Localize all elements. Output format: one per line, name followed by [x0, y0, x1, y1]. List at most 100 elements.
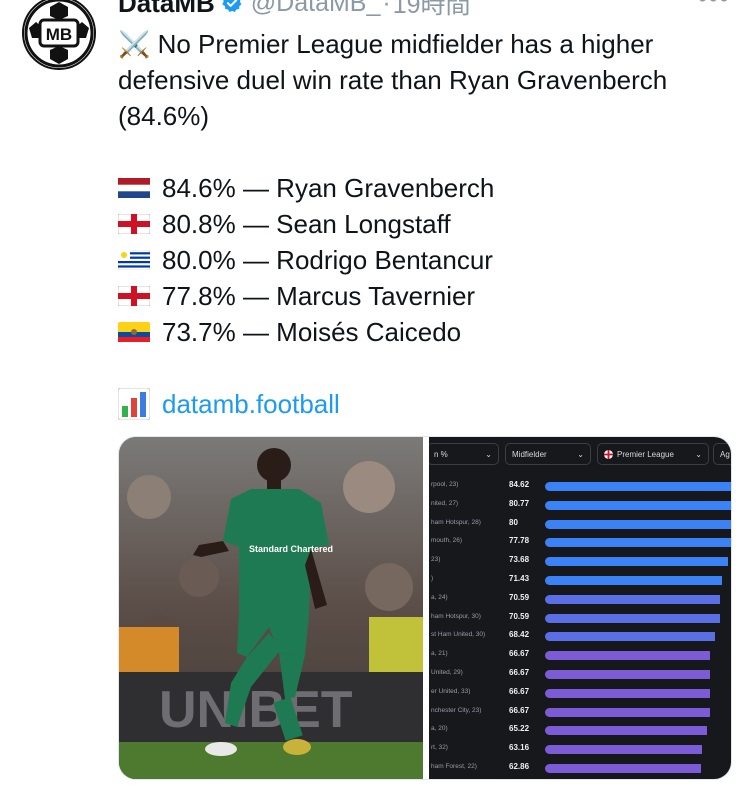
player-name-cell: ham Hotspur, 30) [431, 612, 481, 620]
avatar-text: MB [46, 25, 72, 44]
england-flag-icon [118, 286, 150, 306]
value-cell: 73.68 [509, 555, 530, 565]
chevron-down-icon: ⌄ [485, 449, 492, 459]
filter-label: Premier League [617, 449, 674, 459]
value-bar [545, 688, 710, 698]
value-bar [545, 764, 701, 773]
filter-label: Ag [720, 449, 730, 459]
value-bar [545, 557, 728, 567]
player-name-cell: United, 29) [431, 669, 463, 676]
filter-stat: n % ⌄ [429, 443, 499, 465]
value-cell: 71.43 [509, 574, 530, 583]
player-name-cell: ) [431, 575, 434, 582]
value-cell: 77.78 [509, 536, 530, 546]
list-item: 73.7% — Moisés Caicedo [118, 314, 738, 350]
separator: · [382, 0, 391, 17]
list-item-text: 77.8% — Marcus Tavernier [162, 281, 476, 311]
list-item-text: 73.7% — Moisés Caicedo [162, 317, 462, 347]
table-row: ) 71.43 [429, 571, 731, 590]
value-cell: 84.62 [509, 480, 530, 489]
player-name-cell: ham Forest, 22) [431, 763, 477, 770]
player-name-cell: nchester City, 23) [431, 706, 482, 714]
england-flag-icon [118, 214, 150, 234]
filter-age: Ag [713, 443, 731, 465]
value-cell: 80 [509, 517, 518, 527]
value-bar [545, 670, 710, 679]
verified-badge-icon [221, 0, 242, 12]
value-bar [545, 745, 702, 755]
table-row: rt, 32) 63.16 [429, 740, 731, 759]
ecuador-flag-icon [118, 322, 150, 342]
shirt-sponsor-text: Standard Chartered [249, 544, 333, 554]
chevron-down-icon: ⌄ [577, 449, 584, 459]
player-name-cell: st Ham United, 30) [431, 631, 486, 639]
value-cell: 62.86 [509, 762, 530, 771]
player-name-cell: rpool, 23) [431, 481, 459, 488]
value-bar [545, 594, 720, 604]
player-name-cell: a, 21) [431, 650, 448, 658]
player-name-cell: a, 20) [431, 725, 448, 733]
value-bar [545, 632, 715, 642]
tweet-text: ⚔️ No Premier League midfielder has a hi… [118, 26, 738, 422]
netherlands-flag-icon [118, 178, 150, 198]
table-row: nchester City, 23) 66.67 [429, 703, 731, 722]
filter-label: n % [434, 449, 448, 459]
table-row: a, 20) 65.22 [429, 721, 731, 740]
table-row: nited, 27) 80.77 [429, 496, 731, 515]
uruguay-flag-icon [118, 250, 150, 270]
list-item-text: 80.8% — Sean Longstaff [162, 209, 451, 239]
table-row: ham Hotspur, 28) 80 [429, 515, 731, 534]
england-flag-icon [604, 449, 613, 459]
table-row: st Ham United, 30) 68.42 [429, 627, 731, 646]
table-row: rpool, 23) 84.62 [429, 477, 731, 496]
list-item: 77.8% — Marcus Tavernier [118, 278, 738, 314]
table-row: ham Forest, 22) 62.86 [429, 759, 731, 778]
list-item-text: 84.6% — Ryan Gravenberch [162, 173, 495, 203]
website-link[interactable]: datamb.football [162, 386, 340, 422]
value-cell: 80.77 [509, 498, 530, 508]
value-bar [545, 538, 731, 548]
value-bar [545, 613, 720, 623]
value-cell: 68.42 [509, 630, 530, 640]
value-cell: 66.67 [509, 686, 530, 696]
list-item: 84.6% — Ryan Gravenberch [118, 170, 738, 206]
player-name-cell: 23) [431, 556, 441, 564]
value-bar [545, 519, 731, 529]
value-cell: 63.16 [509, 743, 530, 753]
more-options-icon[interactable]: ••• [698, 0, 730, 14]
table-row: ham Hotspur, 30) 70.59 [429, 609, 731, 628]
player-name-cell: a, 24) [431, 593, 448, 601]
avatar[interactable]: MB [22, 0, 96, 70]
table-row: mouth, 26) 77.78 [429, 533, 731, 552]
player-name-cell: nited, 27) [431, 499, 459, 507]
value-bar [545, 482, 731, 491]
value-cell: 65.22 [509, 724, 530, 734]
chevron-down-icon: ⌄ [695, 449, 702, 459]
player-name-cell: er United, 33) [431, 687, 471, 695]
value-cell: 66.67 [509, 649, 530, 659]
value-bar [545, 651, 710, 661]
list-item-text: 80.0% — Rodrigo Bentancur [162, 245, 493, 275]
link-line: datamb.football [118, 386, 738, 422]
media-attachment[interactable]: UNIBET Standard Chartered n % ⌄ Midfield… [118, 436, 732, 780]
filter-league: Premier League ⌄ [597, 443, 709, 465]
list-item: 80.0% — Rodrigo Bentancur [118, 242, 738, 278]
list-item: 80.8% — Sean Longstaff [118, 206, 738, 242]
author-handle[interactable]: @DataMB_ [251, 0, 381, 18]
value-bar [545, 707, 710, 717]
table-row: a, 24) 70.59 [429, 590, 731, 609]
filter-position: Midfielder ⌄ [505, 443, 591, 465]
player-name-cell: rt, 32) [431, 744, 448, 752]
author-name[interactable]: DataMB [118, 0, 215, 19]
timestamp[interactable]: 19時間 [393, 0, 471, 21]
tweet-intro: ⚔️ No Premier League midfielder has a hi… [118, 29, 668, 131]
table-row: 23) 73.68 [429, 552, 731, 571]
stats-table-screenshot[interactable]: n % ⌄ Midfielder ⌄ Premier League ⌄ Ag r… [429, 437, 731, 779]
player-name-cell: ham Hotspur, 28) [431, 518, 481, 526]
banner-text: UNIBET [159, 681, 353, 739]
tweet-header: DataMB @DataMB_ · 19時間 [118, 0, 471, 20]
player-photo[interactable]: UNIBET Standard Chartered [119, 437, 423, 779]
table-row: a, 21) 66.67 [429, 646, 731, 665]
table-row: United, 29) 66.67 [429, 665, 731, 684]
datamb-logo-icon: MB [24, 0, 94, 68]
